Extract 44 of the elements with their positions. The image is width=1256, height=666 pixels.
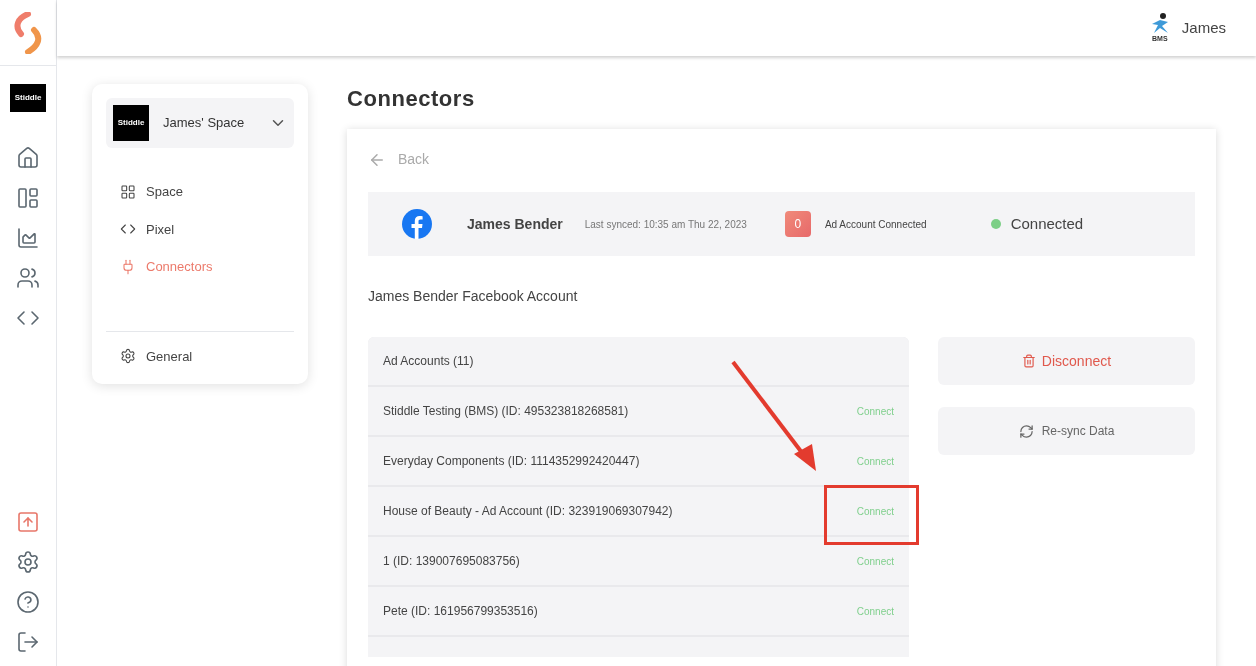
- connect-link[interactable]: Connect: [856, 553, 894, 569]
- connect-link[interactable]: Connect: [856, 453, 894, 469]
- layout-icon[interactable]: [16, 186, 40, 210]
- gear-icon: [120, 348, 136, 365]
- space-selector[interactable]: Stiddle James' Space: [106, 98, 294, 148]
- settings-icon[interactable]: [16, 550, 40, 574]
- logout-icon[interactable]: [16, 630, 40, 654]
- resync-button[interactable]: Re-sync Data: [938, 407, 1195, 455]
- nav-item[interactable]: Connectors: [120, 257, 294, 277]
- account-label: Everyday Components (ID: 1114352992420447): [383, 453, 640, 470]
- users-icon[interactable]: [16, 266, 40, 290]
- account-label: House of Beauty - Ad Account (ID: 323919069307942): [383, 503, 673, 520]
- facebook-icon: [402, 209, 432, 239]
- brand-logo: Stiddle: [10, 84, 46, 112]
- user-name[interactable]: James: [1181, 16, 1226, 40]
- logo-icon: [12, 11, 44, 54]
- chart-icon[interactable]: [16, 226, 40, 250]
- last-synced-text: Last synced: 10:35 am Thu 22, 2023: [584, 217, 747, 232]
- disconnect-button[interactable]: Disconnect: [938, 337, 1195, 385]
- trash-icon: [1021, 354, 1036, 368]
- list-heading: Ad Accounts (11): [368, 337, 909, 385]
- status-text: Connected: [1010, 213, 1084, 234]
- help-icon[interactable]: [16, 590, 40, 614]
- count-badge: 0: [784, 211, 811, 237]
- brand-logo: Stiddle: [113, 105, 149, 141]
- nav-item[interactable]: Space: [120, 182, 294, 202]
- connect-link[interactable]: Connect: [856, 503, 894, 519]
- section-title: James Bender Facebook Account: [368, 287, 579, 306]
- upload-icon[interactable]: [16, 510, 40, 534]
- nav-item[interactable]: General: [120, 346, 193, 366]
- page-title: Connectors: [347, 85, 476, 113]
- nav-item[interactable]: Pixel: [120, 219, 294, 239]
- account-name: James Bender: [467, 214, 563, 234]
- grid-icon: [120, 183, 136, 200]
- connect-link[interactable]: Connect: [856, 403, 894, 419]
- connect-link[interactable]: Connect: [856, 603, 894, 619]
- account-label: Pete (ID: 161956799353516): [383, 603, 538, 620]
- account-label: Stiddle Testing (BMS) (ID: 495323818268581): [383, 403, 629, 420]
- plug-icon: [120, 258, 136, 275]
- count-label: Ad Account Connected: [824, 217, 927, 232]
- refresh-icon: [1018, 423, 1034, 439]
- back-link[interactable]: Back: [368, 149, 430, 170]
- account-label: 1 (ID: 139007695083756): [383, 553, 520, 570]
- home-icon[interactable]: [16, 146, 40, 170]
